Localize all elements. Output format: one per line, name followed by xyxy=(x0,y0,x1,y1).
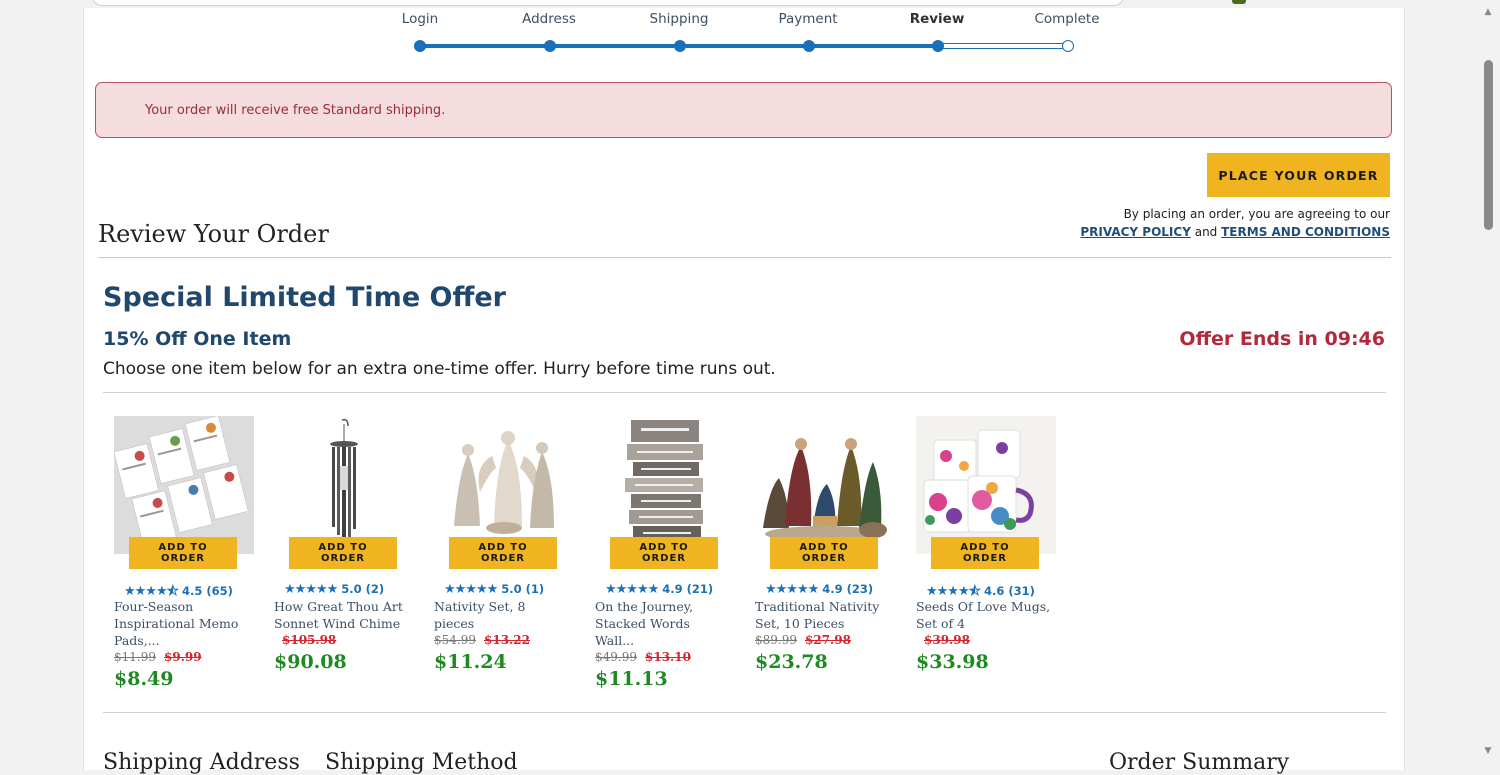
step-address-dot xyxy=(544,40,556,52)
offer-price: $11.24 xyxy=(434,651,507,673)
order-agreement-note: By placing an order, you are agreeing to… xyxy=(1080,205,1390,241)
offer-price: $23.78 xyxy=(755,651,828,673)
original-price: $11.99 xyxy=(114,650,156,664)
product-details: Four-Season Inspirational Memo Pads,... … xyxy=(114,598,249,692)
memo-pads-image xyxy=(114,416,254,554)
star-rating-icon: ★★★★★ xyxy=(605,582,659,597)
star-rating-icon: ★★★★★ xyxy=(444,582,498,597)
checkout-progress: Login Address Shipping Payment Review Co… xyxy=(84,8,1404,68)
nativity-figurines-image xyxy=(434,416,574,554)
wall-sign-image xyxy=(595,416,735,554)
original-price: $54.99 xyxy=(434,633,476,647)
offer-price: $11.13 xyxy=(595,668,668,690)
order-summary-heading: Order Summary xyxy=(1109,750,1290,775)
offer-countdown: Offer Ends in 09:46 xyxy=(1179,328,1385,350)
scroll-up-arrow-icon[interactable]: ▲ xyxy=(1483,7,1493,17)
offer-price: $90.08 xyxy=(274,651,347,673)
product-name-link[interactable]: Traditional Nativity Set, 10 Pieces xyxy=(755,598,890,632)
sale-price: $27.98 xyxy=(805,633,851,647)
rating-value: 5.0 (2) xyxy=(341,582,385,596)
star-rating-icon: ★★★★★ xyxy=(284,582,338,597)
rating-value: 5.0 (1) xyxy=(501,582,545,596)
sale-price: $13.10 xyxy=(645,650,691,664)
sale-price: $105.98 xyxy=(282,633,337,647)
free-shipping-alert: Your order will receive free Standard sh… xyxy=(95,82,1392,138)
terms-link[interactable]: TERMS AND CONDITIONS xyxy=(1221,225,1390,239)
floral-mugs-image xyxy=(916,416,1056,554)
alert-text: Your order will receive free Standard sh… xyxy=(145,103,446,118)
agreement-text: By placing an order, you are agreeing to… xyxy=(1123,207,1390,221)
shipping-address-heading: Shipping Address xyxy=(103,750,300,775)
wind-chime-image xyxy=(274,416,414,554)
step-review-label: Review xyxy=(909,11,965,27)
offer-subtitle: 15% Off One Item xyxy=(103,328,292,350)
add-to-order-button[interactable]: ADD TO ORDER xyxy=(770,537,878,569)
divider xyxy=(103,712,1386,713)
offer-title: Special Limited Time Offer xyxy=(103,282,506,313)
rating-value: 4.9 (23) xyxy=(822,582,874,596)
product-details: Nativity Set, 8 pieces $54.99 $13.22 $11.… xyxy=(434,598,569,675)
star-rating-icon: ★★★★⯪ xyxy=(926,584,981,599)
sale-price: $13.22 xyxy=(484,633,530,647)
rating-value: 4.9 (21) xyxy=(662,582,714,596)
agreement-and: and xyxy=(1194,225,1218,239)
sale-price: $39.98 xyxy=(924,633,970,647)
add-to-order-button[interactable]: ADD TO ORDER xyxy=(931,537,1039,569)
step-complete-dot xyxy=(1062,40,1074,52)
product-rating: ★★★★★ 5.0 (1) xyxy=(444,582,544,597)
product-rating: ★★★★★ 5.0 (2) xyxy=(284,582,384,597)
product-details: Traditional Nativity Set, 10 Pieces $89.… xyxy=(755,598,890,675)
step-payment-dot xyxy=(803,40,815,52)
traditional-nativity-image xyxy=(755,416,895,554)
step-login-dot xyxy=(414,40,426,52)
offer-description: Choose one item below for an extra one-t… xyxy=(103,359,776,379)
offer-price: $33.98 xyxy=(916,651,989,673)
progress-track-remaining xyxy=(938,43,1068,49)
step-shipping-dot xyxy=(674,40,686,52)
sale-price: $9.99 xyxy=(164,650,202,664)
step-address-label: Address xyxy=(522,11,576,27)
star-rating-icon: ★★★★⯪ xyxy=(124,584,179,599)
site-search-bar[interactable] xyxy=(92,0,1124,6)
step-review-dot xyxy=(932,40,944,52)
place-order-button[interactable]: PLACE YOUR ORDER xyxy=(1207,153,1390,197)
scroll-down-arrow-icon[interactable]: ▼ xyxy=(1483,746,1493,756)
product-name-link[interactable]: Four-Season Inspirational Memo Pads,... xyxy=(114,598,249,649)
original-price: $89.99 xyxy=(755,633,797,647)
step-complete-label: Complete xyxy=(1034,11,1100,27)
step-login-label: Login xyxy=(401,11,439,27)
step-payment-label: Payment xyxy=(778,11,838,27)
step-shipping-label: Shipping xyxy=(649,11,709,27)
product-details: Seeds Of Love Mugs, Set of 4 $39.98 $33.… xyxy=(916,598,1051,675)
privacy-policy-link[interactable]: PRIVACY POLICY xyxy=(1080,225,1191,239)
add-to-order-button[interactable]: ADD TO ORDER xyxy=(289,537,397,569)
product-details: How Great Thou Art Sonnet Wind Chime $10… xyxy=(274,598,409,675)
page-title: Review Your Order xyxy=(98,220,329,248)
product-rating: ★★★★★ 4.9 (21) xyxy=(605,582,713,597)
checkout-page: Login Address Shipping Payment Review Co… xyxy=(83,8,1405,775)
scrollbar-thumb[interactable] xyxy=(1484,60,1493,230)
shipping-method-heading: Shipping Method xyxy=(325,750,518,775)
add-to-order-button[interactable]: ADD TO ORDER xyxy=(449,537,557,569)
product-name-link[interactable]: Nativity Set, 8 pieces xyxy=(434,598,569,632)
product-name-link[interactable]: How Great Thou Art Sonnet Wind Chime xyxy=(274,598,409,632)
divider xyxy=(98,257,1391,258)
add-to-order-button[interactable]: ADD TO ORDER xyxy=(129,537,237,569)
divider xyxy=(103,392,1386,393)
star-rating-icon: ★★★★★ xyxy=(765,582,819,597)
rating-value: 4.6 (31) xyxy=(983,584,1035,598)
original-price: $49.99 xyxy=(595,650,637,664)
add-to-order-button[interactable]: ADD TO ORDER xyxy=(610,537,718,569)
product-rating: ★★★★★ 4.9 (23) xyxy=(765,582,873,597)
rating-value: 4.5 (65) xyxy=(181,584,233,598)
product-details: On the Journey, Stacked Words Wall... $4… xyxy=(595,598,730,692)
offer-price: $8.49 xyxy=(114,668,174,690)
product-name-link[interactable]: On the Journey, Stacked Words Wall... xyxy=(595,598,730,649)
product-name-link[interactable]: Seeds Of Love Mugs, Set of 4 xyxy=(916,598,1051,632)
cart-badge-icon xyxy=(1232,0,1246,4)
